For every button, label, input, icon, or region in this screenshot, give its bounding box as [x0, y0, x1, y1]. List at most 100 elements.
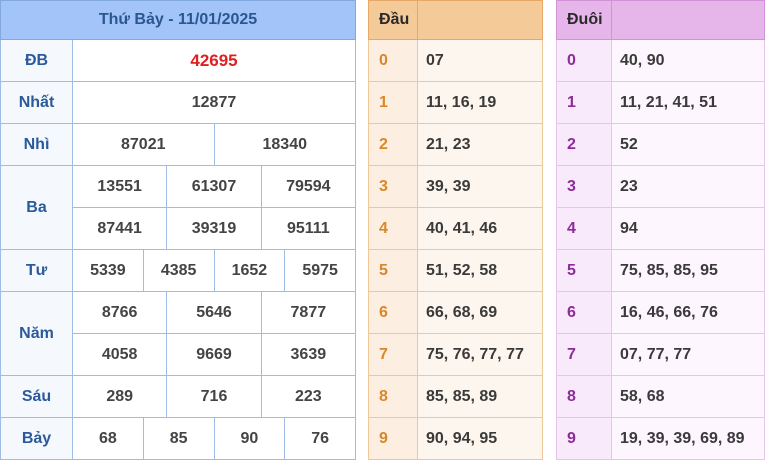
duoi-row: 8 58, 68 — [556, 376, 765, 418]
prize-row: Nhì 87021 18340 — [0, 124, 356, 166]
prize-number: 5975 — [285, 250, 356, 291]
duoi-numbers: 11, 21, 41, 51 — [612, 82, 765, 124]
duoi-digit: 1 — [556, 82, 612, 124]
prize-number-line: 87441 39319 95111 — [73, 208, 356, 250]
duoi-digit: 3 — [556, 166, 612, 208]
dau-digit: 8 — [368, 376, 418, 418]
prize-number-line: 13551 61307 79594 — [73, 166, 356, 208]
prize-label: Nhất — [0, 82, 73, 124]
prize-number-line: 8766 5646 7877 — [73, 292, 356, 334]
special-prize-number: 42695 — [73, 40, 356, 81]
duoi-numbers: 07, 77, 77 — [612, 334, 765, 376]
lottery-results-table: Thứ Bảy - 11/01/2025 ĐB 42695 Nhất 12877 Nhì… — [0, 0, 356, 460]
prize-label: Nhì — [0, 124, 73, 166]
prize-number-line: 5339 4385 1652 5975 — [73, 250, 356, 292]
prize-number: 76 — [285, 418, 356, 459]
duoi-row: 6 16, 46, 66, 76 — [556, 292, 765, 334]
prize-number: 95111 — [261, 208, 356, 249]
dau-numbers: 21, 23 — [418, 124, 543, 166]
prize-label: Ba — [0, 166, 73, 250]
prize-number: 18340 — [214, 124, 356, 165]
prize-number: 8766 — [73, 292, 168, 333]
duoi-digit: 5 — [556, 250, 612, 292]
prize-label: Bảy — [0, 418, 73, 460]
duoi-row: 0 40, 90 — [556, 40, 765, 82]
dau-numbers: 39, 39 — [418, 166, 543, 208]
duoi-digit: 9 — [556, 418, 612, 460]
duoi-loto-table: Đuôi 0 40, 90 1 11, 21, 41, 51 2 52 3 23 4 94 5 75,… — [556, 0, 765, 460]
duoi-header-values — [612, 0, 765, 40]
duoi-digit: 2 — [556, 124, 612, 166]
prize-number: 223 — [261, 376, 356, 417]
dau-digit: 9 — [368, 418, 418, 460]
dau-numbers: 66, 68, 69 — [418, 292, 543, 334]
prize-number: 68 — [73, 418, 144, 459]
dau-numbers: 40, 41, 46 — [418, 208, 543, 250]
prize-number: 61307 — [167, 166, 262, 207]
prize-number: 87441 — [73, 208, 168, 249]
prize-number-line: 87021 18340 — [73, 124, 356, 166]
prize-number: 5339 — [73, 250, 144, 291]
dau-row: 7 75, 76, 77, 77 — [368, 334, 543, 376]
results-date-title: Thứ Bảy - 11/01/2025 — [0, 0, 356, 40]
prize-number: 289 — [73, 376, 168, 417]
prize-row: Nhất 12877 — [0, 82, 356, 124]
duoi-digit: 7 — [556, 334, 612, 376]
prize-number: 87021 — [73, 124, 215, 165]
duoi-row: 4 94 — [556, 208, 765, 250]
prize-row: Ba 13551 61307 79594 87441 39319 95111 — [0, 166, 356, 250]
prize-row: ĐB 42695 — [0, 40, 356, 82]
dau-header-label: Đầu — [368, 0, 418, 40]
dau-row: 9 90, 94, 95 — [368, 418, 543, 460]
dau-numbers: 90, 94, 95 — [418, 418, 543, 460]
dau-numbers: 07 — [418, 40, 543, 82]
dau-loto-table: Đầu 0 07 1 11, 16, 19 2 21, 23 3 39, 39 4 40, 41,… — [368, 0, 543, 460]
dau-digit: 7 — [368, 334, 418, 376]
dau-header: Đầu — [368, 0, 543, 40]
dau-digit: 6 — [368, 292, 418, 334]
prize-number: 1652 — [214, 250, 286, 291]
dau-digit: 1 — [368, 82, 418, 124]
prize-row: Tư 5339 4385 1652 5975 — [0, 250, 356, 292]
duoi-numbers: 23 — [612, 166, 765, 208]
prize-number-line: 68 85 90 76 — [73, 418, 356, 460]
duoi-row: 2 52 — [556, 124, 765, 166]
duoi-numbers: 75, 85, 85, 95 — [612, 250, 765, 292]
duoi-row: 3 23 — [556, 166, 765, 208]
dau-digit: 4 — [368, 208, 418, 250]
prize-number-line: 12877 — [73, 82, 356, 124]
prize-number: 4385 — [143, 250, 215, 291]
duoi-digit: 4 — [556, 208, 612, 250]
duoi-row: 5 75, 85, 85, 95 — [556, 250, 765, 292]
duoi-digit: 0 — [556, 40, 612, 82]
prize-number: 7877 — [261, 292, 356, 333]
dau-digit: 2 — [368, 124, 418, 166]
duoi-row: 7 07, 77, 77 — [556, 334, 765, 376]
duoi-numbers: 58, 68 — [612, 376, 765, 418]
duoi-row: 1 11, 21, 41, 51 — [556, 82, 765, 124]
dau-row: 5 51, 52, 58 — [368, 250, 543, 292]
prize-number: 90 — [214, 418, 286, 459]
duoi-digit: 6 — [556, 292, 612, 334]
prize-number: 4058 — [73, 334, 168, 375]
prize-number: 716 — [167, 376, 262, 417]
prize-number: 9669 — [167, 334, 262, 375]
duoi-header-label: Đuôi — [556, 0, 612, 40]
prize-row: Bảy 68 85 90 76 — [0, 418, 356, 460]
dau-header-values — [418, 0, 543, 40]
dau-row: 3 39, 39 — [368, 166, 543, 208]
prize-number: 39319 — [167, 208, 262, 249]
dau-numbers: 11, 16, 19 — [418, 82, 543, 124]
duoi-digit: 8 — [556, 376, 612, 418]
duoi-header: Đuôi — [556, 0, 765, 40]
prize-number: 79594 — [261, 166, 356, 207]
duoi-numbers: 19, 39, 39, 69, 89 — [612, 418, 765, 460]
prize-number-line: 289 716 223 — [73, 376, 356, 418]
prize-number: 5646 — [167, 292, 262, 333]
dau-numbers: 51, 52, 58 — [418, 250, 543, 292]
prize-number: 12877 — [73, 82, 356, 123]
prize-row: Sáu 289 716 223 — [0, 376, 356, 418]
dau-row: 0 07 — [368, 40, 543, 82]
dau-row: 8 85, 85, 89 — [368, 376, 543, 418]
duoi-numbers: 94 — [612, 208, 765, 250]
